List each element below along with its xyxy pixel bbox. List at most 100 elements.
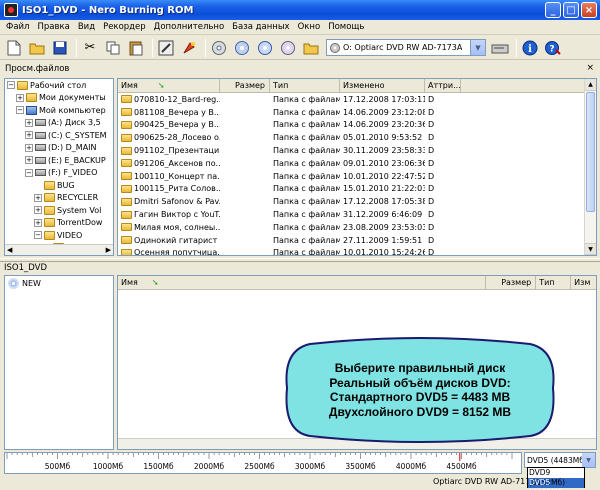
expand-icon[interactable]: + (25, 143, 33, 152)
disc-size-option[interactable]: DVD9 (8152Мб) (528, 468, 584, 487)
maximize-button[interactable]: □ (563, 2, 579, 18)
close-button[interactable]: × (581, 2, 597, 18)
scroll-down-icon[interactable]: ▼ (585, 243, 596, 255)
table-row[interactable]: 090425_Вечера у В... Папка с файлами 14.06… (118, 119, 596, 132)
table-row[interactable]: 100110_Концерт па... Папка с файлами 10.01… (118, 170, 596, 183)
expand-icon[interactable]: + (25, 131, 33, 140)
expand-icon[interactable]: + (34, 193, 42, 202)
scroll-left-icon[interactable]: ◀ (7, 246, 12, 254)
callout-line: Двухслойного DVD9 = 8152 MB (328, 404, 512, 419)
tree-node[interactable]: BUG (5, 179, 113, 192)
copy-icon[interactable] (103, 38, 123, 58)
menu-database[interactable]: База данных (229, 22, 294, 32)
expand-icon[interactable]: + (25, 118, 33, 127)
table-row[interactable]: Одинокий гитарист ... Папка с файлами 27.1… (118, 234, 596, 247)
collapse-icon[interactable]: − (7, 81, 15, 90)
table-row[interactable]: 091102_Презентаци... Папка с файлами 30.11… (118, 144, 596, 157)
compilation-root-node[interactable]: NEW (5, 276, 113, 291)
minimize-button[interactable]: _ (545, 2, 561, 18)
tree-node[interactable]: − (F:) F_VIDEO (5, 167, 113, 180)
file-list[interactable]: Имя ➘ Размер Тип Изменено Аттри... 07081… (117, 78, 597, 256)
eject-disc-icon[interactable] (278, 38, 298, 58)
menu-recorder[interactable]: Рекордер (100, 22, 151, 32)
menu-help[interactable]: Помощь (325, 22, 369, 32)
table-row[interactable]: 090625-28_Лосево о... Папка с файлами 05.0… (118, 131, 596, 144)
menu-extras[interactable]: Дополнительно (151, 22, 230, 32)
copy-disc-icon[interactable] (232, 38, 252, 58)
tree-node[interactable]: + (E:) E_BACKUP (5, 154, 113, 167)
folder-icon (121, 133, 132, 142)
expand-icon[interactable]: + (16, 93, 24, 102)
collapse-icon[interactable]: − (16, 106, 24, 115)
tree-node[interactable]: + (A:) Диск 3,5 (5, 117, 113, 130)
nero-app-icon[interactable] (4, 3, 18, 17)
compilation-tree[interactable]: NEW (4, 275, 114, 450)
disc-size-dropdown[interactable]: DVD9 (8152Мб) DVD5 (4483Мб) (527, 467, 585, 490)
expand-icon[interactable]: + (25, 156, 33, 165)
table-row[interactable]: 070810-12_Bard-reg... Папка с файлами 17.1… (118, 93, 596, 106)
vertical-scrollbar[interactable]: ▲ ▼ (584, 79, 596, 255)
menu-view[interactable]: Вид (75, 22, 100, 32)
pane-splitter[interactable] (0, 258, 600, 262)
open-icon[interactable] (27, 38, 47, 58)
tree-node[interactable]: − Рабочий стол (5, 79, 113, 92)
column-modified[interactable]: Изменено (340, 79, 425, 92)
recorder-select[interactable]: O: Optiarc DVD RW AD-7173A ▼ (326, 39, 486, 56)
folder-icon[interactable] (301, 38, 321, 58)
scale-label: 4500Мб (446, 462, 477, 471)
expand-icon[interactable]: + (34, 218, 42, 227)
menu-edit[interactable]: Правка (34, 22, 74, 32)
column-size[interactable]: Размер (220, 79, 270, 92)
column-name[interactable]: Имя ➘ (118, 79, 220, 92)
tree-node[interactable]: + TorrentDow (5, 217, 113, 230)
column-attributes[interactable]: Аттри... (425, 79, 461, 92)
tree-node[interactable]: + System Vol (5, 204, 113, 217)
paste-icon[interactable] (126, 38, 146, 58)
info-icon[interactable]: i (520, 38, 540, 58)
erase-disc-icon[interactable] (255, 38, 275, 58)
table-row[interactable]: Милая моя, солнеы... Папка с файлами 23.08… (118, 221, 596, 234)
tree-node[interactable]: + (D:) D_MAIN (5, 142, 113, 155)
chevron-down-icon[interactable]: ▼ (470, 40, 485, 55)
tree-node[interactable]: − VIDEO (5, 229, 113, 242)
table-row[interactable]: Dmitri Safonov & Pav... Папка с файлами 17… (118, 195, 596, 208)
scroll-right-icon[interactable]: ▶ (106, 246, 111, 254)
help-icon[interactable]: ? (543, 38, 563, 58)
table-row[interactable]: Осенняя попутчица... Папка с файлами 10.01… (118, 247, 596, 255)
close-icon[interactable]: × (586, 63, 594, 73)
tree-node[interactable]: + Мои документы (5, 92, 113, 105)
cell-attr: D (428, 146, 435, 156)
disc-info-icon[interactable] (209, 38, 229, 58)
column-name[interactable]: Имя ➘ (118, 276, 487, 289)
burn-icon[interactable] (179, 38, 199, 58)
tree-node[interactable]: + RECYCLER (5, 192, 113, 205)
expand-icon[interactable]: + (34, 206, 42, 215)
scroll-thumb[interactable] (586, 92, 595, 212)
save-icon[interactable] (50, 38, 70, 58)
new-icon[interactable] (4, 38, 24, 58)
table-row[interactable]: 091206_Аксенов по... Папка с файлами 09.01… (118, 157, 596, 170)
cut-icon[interactable]: ✂ (80, 38, 100, 58)
compilation-info-icon[interactable] (156, 38, 176, 58)
tree-node[interactable]: + (C:) C_SYSTEM (5, 129, 113, 142)
collapse-icon[interactable]: − (34, 231, 42, 240)
tree-node[interactable]: − Мой компьютер (5, 104, 113, 117)
column-size[interactable]: Размер (486, 276, 537, 289)
cell-name: 091102_Презентаци... (118, 146, 220, 155)
table-row[interactable]: 100115_Рита Солов... Папка с файлами 15.01… (118, 183, 596, 196)
menu-window[interactable]: Окно (295, 22, 326, 32)
table-row[interactable]: Гагин Виктор с YouT... Папка с файлами 31.… (118, 208, 596, 221)
column-type[interactable]: Тип (270, 79, 340, 92)
collapse-icon[interactable]: − (25, 168, 33, 177)
column-modified[interactable]: Изм (571, 276, 596, 289)
chevron-down-icon[interactable]: ▼ (582, 453, 595, 467)
menu-file[interactable]: Файл (3, 22, 34, 32)
disc-size-select[interactable]: DVD5 (4483Мб) ▼ (524, 452, 596, 468)
table-row[interactable]: 081108_Вечера у В... Папка с файлами 14.06… (118, 106, 596, 119)
horizontal-scrollbar[interactable]: ◀ ▶ (5, 244, 113, 255)
scroll-up-icon[interactable]: ▲ (585, 79, 596, 91)
drive-icon[interactable] (490, 38, 510, 58)
folder-tree[interactable]: − Рабочий стол + Мои документы − Мой компьюте… (4, 78, 114, 256)
cell-modified: 31.12.2009 6:46:09 (343, 210, 423, 220)
column-type[interactable]: Тип (536, 276, 572, 289)
